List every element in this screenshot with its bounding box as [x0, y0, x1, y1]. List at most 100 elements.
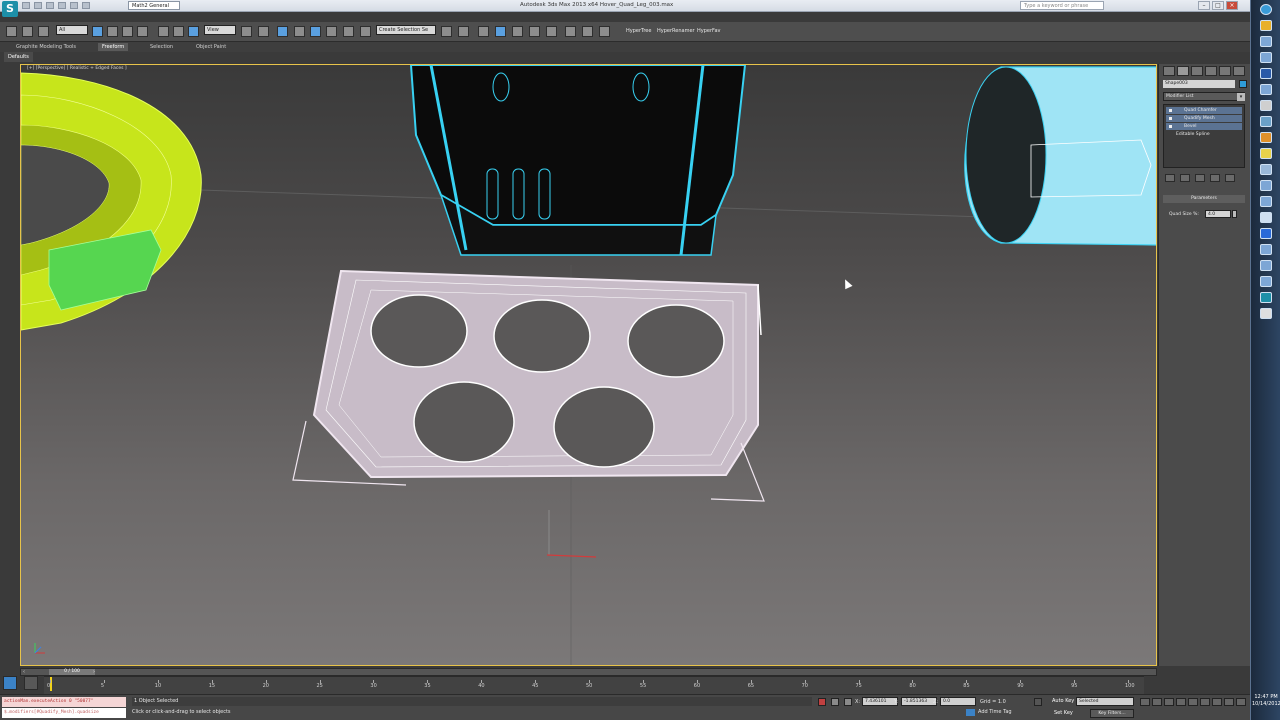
select-manipulate-icon[interactable]	[258, 26, 269, 37]
app-icon[interactable]	[1260, 276, 1272, 287]
show-end-result-icon[interactable]	[1180, 174, 1190, 182]
maxscript-listener[interactable]: actionMan.executeAction 0 "50077" $.modi…	[0, 697, 126, 719]
hyperrenamer-button[interactable]: HyperRenamer	[657, 28, 695, 34]
time-slider[interactable]: ‹ 0 / 100 ›	[20, 668, 1157, 676]
close-icon[interactable]: ×	[1226, 1, 1238, 10]
app-icon[interactable]	[1260, 52, 1272, 63]
previous-frame-icon[interactable]: ‹	[21, 669, 27, 675]
undo-icon[interactable]	[58, 2, 66, 9]
pin-stack-icon[interactable]	[1165, 174, 1175, 182]
hierarchy-tab-icon[interactable]	[1191, 66, 1203, 76]
app-icon[interactable]	[1260, 164, 1272, 175]
remove-modifier-icon[interactable]	[1210, 174, 1220, 182]
z-coordinate-field[interactable]: 0.0	[940, 697, 976, 706]
set-key-button[interactable]: Set Key	[1054, 710, 1073, 716]
app-icon[interactable]	[1260, 212, 1272, 223]
save-file-icon[interactable]	[46, 2, 54, 9]
mirror-icon[interactable]	[441, 26, 452, 37]
edit-named-selection-icon[interactable]	[343, 26, 354, 37]
x-coordinate-field[interactable]: 7.436101	[862, 697, 898, 706]
edit-selection-set-icon[interactable]	[360, 26, 371, 37]
bind-space-warp-icon[interactable]	[38, 26, 49, 37]
open-track-view-icon[interactable]	[24, 676, 38, 690]
move-icon[interactable]	[158, 26, 169, 37]
rotate-icon[interactable]	[173, 26, 184, 37]
app-icon[interactable]	[1260, 132, 1272, 143]
go-to-end-icon[interactable]	[1188, 698, 1198, 706]
tab-selection[interactable]: Selection	[146, 43, 177, 51]
app-icon[interactable]	[1260, 116, 1272, 127]
key-icon[interactable]	[1034, 698, 1042, 706]
cyan-black-body-mesh[interactable]	[409, 65, 747, 256]
app-icon[interactable]	[1260, 308, 1272, 319]
app-icon[interactable]	[1260, 180, 1272, 191]
modifier-list-select[interactable]: Modifier List	[1163, 92, 1245, 101]
configure-sets-icon[interactable]	[1225, 174, 1235, 182]
spinner-icon[interactable]	[1232, 210, 1237, 218]
app-icon[interactable]	[1260, 228, 1272, 239]
quad-size-input[interactable]: 4.0	[1205, 210, 1231, 218]
lightbulb-icon[interactable]	[1169, 109, 1172, 112]
add-time-tag[interactable]: Add Time Tag	[966, 709, 1012, 716]
graphite-toggle-icon[interactable]	[495, 26, 506, 37]
start-orb-icon[interactable]	[1260, 4, 1272, 15]
redo-icon[interactable]	[70, 2, 78, 9]
angle-snap-icon[interactable]	[294, 26, 305, 37]
maxscript-macro-line[interactable]: actionMan.executeAction 0 "50077"	[2, 697, 126, 707]
time-slider-thumb[interactable]: 0 / 100	[49, 669, 95, 675]
chevron-down-icon[interactable]: ▾	[1237, 93, 1245, 101]
make-unique-icon[interactable]	[1195, 174, 1205, 182]
absolute-mode-icon[interactable]	[844, 698, 852, 706]
y-coordinate-field[interactable]: -1.851363	[901, 697, 937, 706]
schematic-view-icon[interactable]	[529, 26, 540, 37]
zoom-icon[interactable]	[1200, 698, 1210, 706]
quad-plate-mesh[interactable]	[292, 269, 765, 502]
viewport-label[interactable]: [+] [Perspective] [ Realistic + Edged Fa…	[27, 66, 127, 71]
parameters-rollout[interactable]: Parameters	[1163, 195, 1245, 203]
maxscript-output-line[interactable]: $.modifiers[#Quadify_Mesh].quadsize	[2, 708, 126, 718]
explorer-icon[interactable]	[1260, 36, 1272, 47]
defaults-label[interactable]: Defaults	[4, 52, 33, 62]
workspace-select[interactable]: Math2 General	[128, 1, 180, 10]
app-icon[interactable]	[1260, 260, 1272, 271]
display-tab-icon[interactable]	[1219, 66, 1231, 76]
zoom-extents-icon[interactable]	[1212, 698, 1222, 706]
app-icon[interactable]	[1260, 196, 1272, 207]
select-by-name-icon[interactable]	[107, 26, 118, 37]
motion-tab-icon[interactable]	[1205, 66, 1217, 76]
play-icon[interactable]	[1164, 698, 1174, 706]
hyperfav-button[interactable]: HyperFav	[697, 28, 720, 34]
window-crossing-icon[interactable]	[137, 26, 148, 37]
app-icon[interactable]	[1260, 84, 1272, 95]
layer-manager-icon[interactable]	[478, 26, 489, 37]
hypertree-button[interactable]: HyperTree	[626, 28, 651, 34]
curve-editor-icon[interactable]	[512, 26, 523, 37]
system-clock[interactable]: 12:47 PM 10/14/2012	[1252, 694, 1280, 708]
scale-icon[interactable]	[188, 26, 199, 37]
cyan-cylinder-mesh[interactable]	[964, 66, 1157, 246]
key-mode-select[interactable]: Selected	[1076, 697, 1134, 706]
object-color-swatch[interactable]	[1239, 80, 1247, 88]
modify-tab-icon[interactable]	[1177, 66, 1189, 76]
maximize-icon[interactable]: □	[1212, 1, 1224, 10]
new-file-icon[interactable]	[22, 2, 30, 9]
next-frame-icon[interactable]: ›	[91, 669, 97, 675]
select-object-icon[interactable]	[92, 26, 103, 37]
app-icon[interactable]	[1260, 148, 1272, 159]
tab-graphite-modeling-tools[interactable]: Graphite Modeling Tools	[12, 43, 80, 51]
app-icon[interactable]	[1260, 68, 1272, 79]
pivot-center-icon[interactable]	[241, 26, 252, 37]
project-folder-icon[interactable]	[82, 2, 90, 9]
mini-curve-editor-icon[interactable]	[3, 676, 17, 690]
render-production-icon[interactable]	[599, 26, 610, 37]
help-search-input[interactable]: Type a keyword or phrase	[1020, 1, 1104, 10]
percent-snap-icon[interactable]	[310, 26, 321, 37]
rectangle-region-icon[interactable]	[122, 26, 133, 37]
lightbulb-icon[interactable]	[1169, 125, 1172, 128]
app-logo-icon[interactable]: S	[2, 1, 18, 17]
reference-coordinate-select[interactable]: View	[204, 25, 236, 35]
lightbulb-icon[interactable]	[1169, 117, 1172, 120]
key-filters-button[interactable]: Key Filters...	[1090, 709, 1134, 718]
yellow-wheel-mesh[interactable]	[21, 72, 202, 331]
stack-item-bevel[interactable]: Bevel	[1166, 123, 1242, 130]
